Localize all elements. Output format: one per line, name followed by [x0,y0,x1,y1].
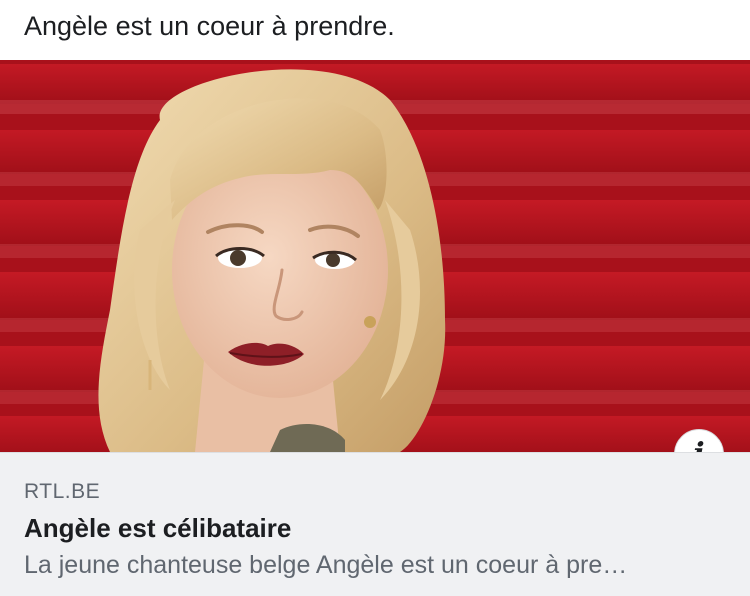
link-caption[interactable]: RTL.BE Angèle est célibataire La jeune c… [0,452,750,596]
post-text: Angèle est un coeur à prendre. [24,11,395,41]
link-domain: RTL.BE [24,480,101,503]
facebook-post: Angèle est un coeur à prendre. RTL.BE An… [0,0,750,596]
article-photo[interactable]: i [0,60,750,452]
portrait-illustration [0,60,750,452]
link-preview-card[interactable]: i RTL.BE Angèle est célibataire La jeune… [0,60,750,596]
link-description: La jeune chanteuse belge Angèle est un c… [24,551,628,579]
link-title[interactable]: Angèle est célibataire [24,511,291,545]
info-glyph: i [693,437,704,453]
